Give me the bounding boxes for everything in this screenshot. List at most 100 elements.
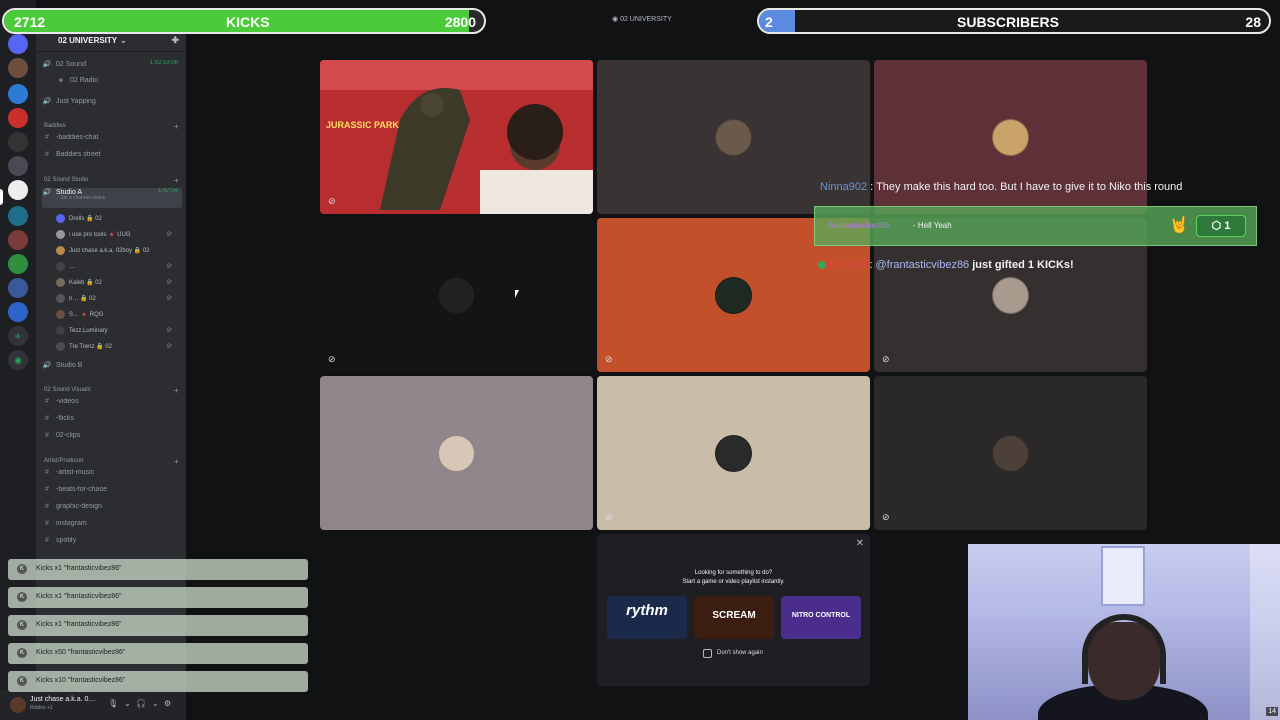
server-icon[interactable] [8, 302, 28, 322]
text-channel-baddies-street[interactable]: # Baddies street [42, 151, 182, 165]
home-icon[interactable] [8, 34, 28, 54]
add-channel-icon[interactable]: + [174, 176, 179, 185]
server-icon[interactable] [8, 58, 28, 78]
user-panel: Just chase a.k.a. 0… Roblox +1 🎙 ⌄ 🎧 ⌄ ⚙ [0, 690, 186, 720]
avatar [715, 277, 752, 314]
avatar [56, 230, 65, 239]
voice-channel-just-yapping[interactable]: 🔊 Just Yapping [42, 97, 182, 111]
voice-channel-02-sound[interactable]: 🔊 02 Sound 1:92:53:08 [42, 60, 182, 74]
text-channel-graphic-design[interactable]: # graphic-design [42, 503, 182, 517]
camera-feed-jurassic-park [320, 60, 593, 214]
voice-user[interactable]: Tezz.Luminary ⊘ [56, 326, 176, 340]
viewer-badge: 14 [1266, 707, 1278, 716]
server-icon[interactable] [8, 84, 28, 104]
subscribers-label: SUBSCRIBERS [957, 14, 1059, 30]
video-tile-camera[interactable]: JURASSIC PARK ⊘ [320, 60, 593, 214]
voice-user[interactable]: Tre Trenz 🔒 02 ⊘ [56, 342, 176, 356]
discover-icon[interactable]: ◉ [8, 350, 28, 370]
speaker-icon: 🔊 [42, 362, 52, 369]
avatar [56, 278, 65, 287]
scene-sign: JURASSIC PARK [326, 120, 399, 130]
text-channel-instagram[interactable]: # instagram [42, 520, 182, 534]
video-tile[interactable]: ⊘ [874, 376, 1147, 530]
text-channel-beats-for-chase[interactable]: # -beats-for-chase [42, 486, 182, 500]
chevron-down-icon: ⌄ [120, 36, 127, 45]
server-icon[interactable] [8, 278, 28, 298]
muted-mic-icon: ⊘ [882, 512, 890, 522]
chevron-down-icon[interactable]: ⌄ [124, 699, 131, 708]
chat-gift-message: KickBot : @frantasticvibez86 just gifted… [818, 259, 1074, 271]
verified-icon [818, 261, 826, 270]
activity-card-nitro-control[interactable]: NITRO CONTROL [781, 596, 861, 639]
voice-channel-02-radio[interactable]: ◈ 02 Radio [56, 76, 186, 90]
category-02-sound-studio[interactable]: 02 Sound Studio + [44, 176, 179, 185]
server-icon[interactable] [8, 230, 28, 250]
add-channel-icon[interactable]: + [174, 122, 179, 131]
subscribers-target: 28 [1245, 14, 1261, 30]
server-icon-02-university[interactable] [8, 180, 28, 200]
text-channel-spotify[interactable]: # spotify [42, 537, 182, 551]
mic-icon[interactable]: 🎙 [108, 699, 118, 708]
voice-channel-studio-b[interactable]: 🔊 Studio B [42, 361, 182, 375]
server-icon[interactable] [8, 156, 28, 176]
avatar[interactable] [10, 697, 26, 713]
chat-mention: @frantasticvibez86 [875, 259, 970, 271]
activity-subtitle: Start a game or video playlist instantly… [682, 579, 785, 585]
headphones-icon[interactable]: 🎧 [136, 699, 146, 708]
window-title: ◉ 02 UNIVERSITY [612, 16, 672, 23]
chat-username: frantasticvibez86 [829, 221, 890, 230]
video-tile[interactable]: ⊘ [320, 218, 593, 372]
activity-card-scream[interactable]: SCREAM [694, 596, 774, 639]
avatar [56, 310, 65, 319]
subscribers-goal-bar: 2 SUBSCRIBERS 28 [757, 8, 1271, 34]
server-icon[interactable] [8, 132, 28, 152]
rock-hand-icon: 🤘 [1169, 217, 1189, 234]
dont-show-checkbox[interactable] [703, 649, 712, 658]
server-icon[interactable] [8, 206, 28, 226]
video-tile[interactable]: ⊘ [597, 376, 870, 530]
avatar [992, 119, 1029, 156]
gear-icon[interactable]: ⚙ [164, 699, 171, 708]
kicks-target: 2800 [444, 14, 476, 30]
text-channel-flicks[interactable]: # -flicks [42, 415, 182, 429]
close-icon[interactable]: ✕ [856, 538, 864, 549]
kick-notification: K Kicks x50 "frantasticvibez86" [8, 643, 308, 664]
text-channel-baddies-chat[interactable]: # -baddies-chat [42, 134, 182, 148]
add-channel-icon[interactable]: + [174, 386, 179, 395]
voice-user[interactable]: … ⊘ [56, 262, 176, 276]
kicks-goal-bar: 2712 KICKS 2800 [2, 8, 486, 34]
radio-icon: ◈ [58, 77, 64, 84]
server-icon[interactable] [8, 108, 28, 128]
kicks-label: KICKS [226, 14, 270, 30]
category-baddies[interactable]: Baddies + [44, 122, 179, 131]
muted-mic-icon: ⊘ [166, 343, 172, 350]
add-member-icon[interactable]: ✚ [171, 35, 179, 46]
add-server-icon[interactable]: + [8, 326, 28, 346]
add-channel-icon[interactable]: + [174, 457, 179, 466]
voice-user[interactable]: S… 🔺 RQG [56, 310, 176, 324]
chat-text: just gifted 1 KICKs! [972, 259, 1074, 271]
category-02-sound-visuals[interactable]: 02 Sound Visuals + [44, 386, 179, 395]
server-icon[interactable] [8, 254, 28, 274]
kick-notification: K Kicks x10 "frantasticvibez86" [8, 671, 308, 692]
avatar [56, 326, 65, 335]
kick-coin-icon: K [17, 592, 27, 602]
text-channel-artist-music[interactable]: # -artist-music [42, 469, 182, 483]
activity-suggestion-panel: ✕ Looking for something to do? Start a g… [597, 534, 870, 686]
voice-user[interactable]: n… 🔒 02 ⊘ [56, 294, 176, 308]
text-channel-videos[interactable]: # -videos [42, 398, 182, 412]
avatar [56, 262, 65, 271]
mouse-cursor [515, 290, 519, 298]
chevron-down-icon[interactable]: ⌄ [152, 699, 159, 708]
text-channel-02-clips[interactable]: #02-clips [42, 432, 182, 446]
voice-user[interactable]: i use pro tools 🔺 UUG ⊘ [56, 230, 176, 244]
hash-icon: # [45, 398, 49, 405]
voice-channel-studio-a[interactable]: 🔊 Studio A 1:47:04 Set a channel status [42, 188, 182, 208]
voice-user[interactable]: Drells 🔒 02 [56, 214, 176, 228]
voice-user[interactable]: Kaleb 🔒 02 ⊘ [56, 278, 176, 292]
voice-user[interactable]: Just chase a.k.a. 02boy 🔒 02 [56, 246, 176, 260]
video-tile[interactable] [320, 376, 593, 530]
speaker-icon: 🔊 [42, 61, 52, 68]
category-artist-producer[interactable]: Artist/Producer + [44, 457, 179, 466]
activity-card-rythm[interactable]: rythm [607, 596, 687, 639]
